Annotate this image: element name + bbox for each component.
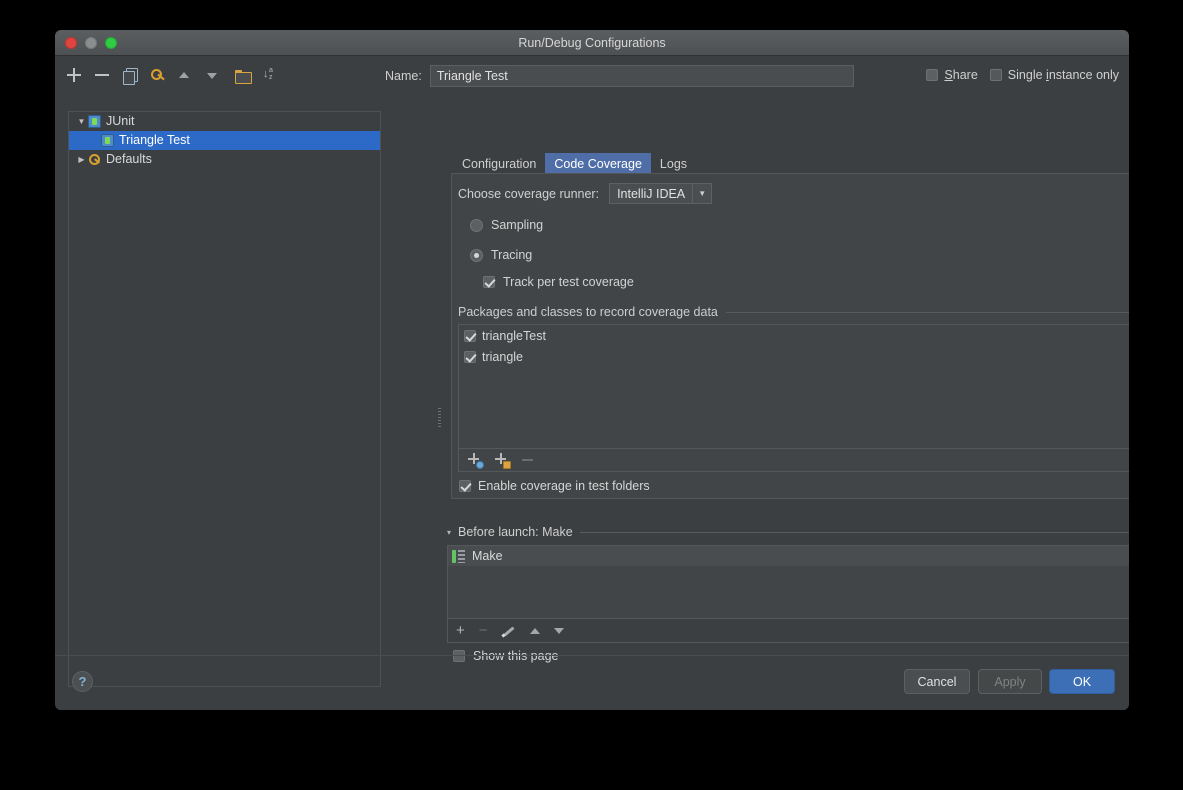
help-button[interactable]: ? xyxy=(72,671,93,692)
cancel-button[interactable]: Cancel xyxy=(904,669,970,694)
before-launch-title: Before launch: Make xyxy=(458,525,573,539)
tree-item-label: Triangle Test xyxy=(119,133,190,147)
single-instance-checkbox[interactable] xyxy=(989,69,1002,81)
panel-splitter-handle[interactable] xyxy=(438,408,442,430)
list-item[interactable]: Make xyxy=(448,546,1129,566)
coverage-runner-label: Choose coverage runner: xyxy=(458,186,600,201)
share-label: Share xyxy=(944,68,978,82)
window-title: Run/Debug Configurations xyxy=(518,36,666,50)
tree-item-junit[interactable]: ▼ JUnit xyxy=(69,112,380,131)
move-task-up-icon[interactable] xyxy=(529,627,540,634)
apply-button: Apply xyxy=(978,669,1042,694)
package-checkbox[interactable] xyxy=(464,329,476,342)
list-item[interactable]: triangle xyxy=(459,346,1129,367)
coverage-runner-row: Choose coverage runner: IntelliJ IDEA ▼ xyxy=(458,183,713,204)
name-input[interactable] xyxy=(429,65,854,87)
tree-item-triangle-test[interactable]: Triangle Test xyxy=(69,131,380,150)
share-checkbox[interactable] xyxy=(926,69,939,81)
header-divider xyxy=(725,311,1129,313)
list-item[interactable]: triangleTest xyxy=(459,325,1129,346)
add-class-icon[interactable] xyxy=(468,453,484,469)
package-checkbox[interactable] xyxy=(464,350,476,363)
before-launch-header: ▾ Before launch: Make xyxy=(447,525,1129,539)
chevron-down-icon[interactable]: ▼ xyxy=(692,184,711,203)
tab-code-coverage[interactable]: Code Coverage xyxy=(545,153,651,175)
track-per-test-row[interactable]: Track per test coverage xyxy=(483,275,634,289)
tree-item-label: Defaults xyxy=(106,152,152,166)
top-right-options: Share Single instance only xyxy=(926,68,1119,82)
ok-button[interactable]: OK xyxy=(1049,669,1115,694)
dialog-body: ↓ a z ▼ JUnit Triangle Test ▶ Defaults N… xyxy=(55,56,1129,710)
tab-logs[interactable]: Logs xyxy=(651,153,696,175)
junit-icon xyxy=(88,115,101,128)
packages-list[interactable]: triangleTest triangle xyxy=(458,324,1129,449)
remove-task-icon: − xyxy=(478,621,488,639)
run-debug-configurations-window: Run/Debug Configurations ↓ a z ▼ JUnit T… xyxy=(55,30,1129,710)
code-coverage-panel: Choose coverage runner: IntelliJ IDEA ▼ … xyxy=(451,173,1129,499)
task-label: Make xyxy=(472,549,503,563)
packages-section-header: Packages and classes to record coverage … xyxy=(458,305,1129,319)
package-label: triangle xyxy=(482,349,523,364)
junit-icon xyxy=(101,134,114,147)
edit-task-icon[interactable] xyxy=(502,624,516,638)
add-task-icon[interactable]: + xyxy=(456,623,465,638)
sort-alphabetically-button[interactable]: ↓ a z xyxy=(263,67,279,84)
name-row: Name: xyxy=(385,64,854,88)
tree-item-defaults[interactable]: ▶ Defaults xyxy=(69,150,380,169)
add-configuration-button[interactable] xyxy=(67,68,83,84)
dialog-footer: ? Cancel Apply OK xyxy=(55,655,1129,710)
move-up-button[interactable] xyxy=(179,68,195,84)
before-launch-toolbar: + − xyxy=(447,619,1129,643)
remove-configuration-button[interactable] xyxy=(95,68,111,84)
enable-test-folders-row[interactable]: Enable coverage in test folders xyxy=(459,479,650,493)
copy-configuration-button[interactable] xyxy=(123,68,139,84)
move-down-button[interactable] xyxy=(207,68,223,84)
tree-item-label: JUnit xyxy=(106,114,135,128)
configurations-toolbar: ↓ a z xyxy=(67,64,377,88)
tracing-radio-row[interactable]: Tracing xyxy=(470,248,532,262)
collapse-twisty-icon[interactable]: ▶ xyxy=(75,150,88,169)
move-task-down-icon[interactable] xyxy=(553,627,564,634)
edit-defaults-button[interactable] xyxy=(151,68,167,84)
share-checkbox-row[interactable]: Share xyxy=(926,68,978,82)
tab-bar: Configuration Code Coverage Logs xyxy=(453,152,696,175)
coverage-runner-select[interactable]: IntelliJ IDEA ▼ xyxy=(609,183,713,204)
wrench-icon xyxy=(88,153,101,166)
sampling-radio[interactable] xyxy=(470,218,483,232)
packages-list-toolbar xyxy=(458,449,1129,472)
collapse-caret-icon[interactable]: ▾ xyxy=(447,528,451,537)
single-instance-checkbox-row[interactable]: Single instance only xyxy=(989,68,1119,82)
tab-configuration[interactable]: Configuration xyxy=(453,153,545,175)
header-divider xyxy=(579,531,1129,533)
enable-test-folders-checkbox[interactable] xyxy=(459,480,471,492)
make-icon xyxy=(452,549,466,563)
track-per-test-checkbox[interactable] xyxy=(483,276,495,288)
coverage-runner-value: IntelliJ IDEA xyxy=(617,186,686,201)
single-instance-label: Single instance only xyxy=(1007,68,1119,82)
remove-pattern-icon xyxy=(522,459,533,461)
packages-header-label: Packages and classes to record coverage … xyxy=(458,305,718,319)
add-package-icon[interactable] xyxy=(495,453,511,469)
create-folder-button[interactable] xyxy=(235,68,252,84)
tracing-label: Tracing xyxy=(491,248,533,262)
tracing-radio[interactable] xyxy=(470,248,483,262)
package-label: triangleTest xyxy=(482,328,546,343)
sampling-label: Sampling xyxy=(491,218,544,232)
before-launch-task-list[interactable]: Make xyxy=(447,545,1129,619)
track-per-test-label: Track per test coverage xyxy=(503,275,634,289)
name-label: Name: xyxy=(385,69,422,83)
sampling-radio-row[interactable]: Sampling xyxy=(470,218,543,232)
expand-twisty-icon[interactable]: ▼ xyxy=(75,112,88,131)
window-titlebar: Run/Debug Configurations xyxy=(55,30,1129,56)
enable-test-folders-label: Enable coverage in test folders xyxy=(478,479,650,493)
configurations-tree[interactable]: ▼ JUnit Triangle Test ▶ Defaults xyxy=(68,111,381,687)
